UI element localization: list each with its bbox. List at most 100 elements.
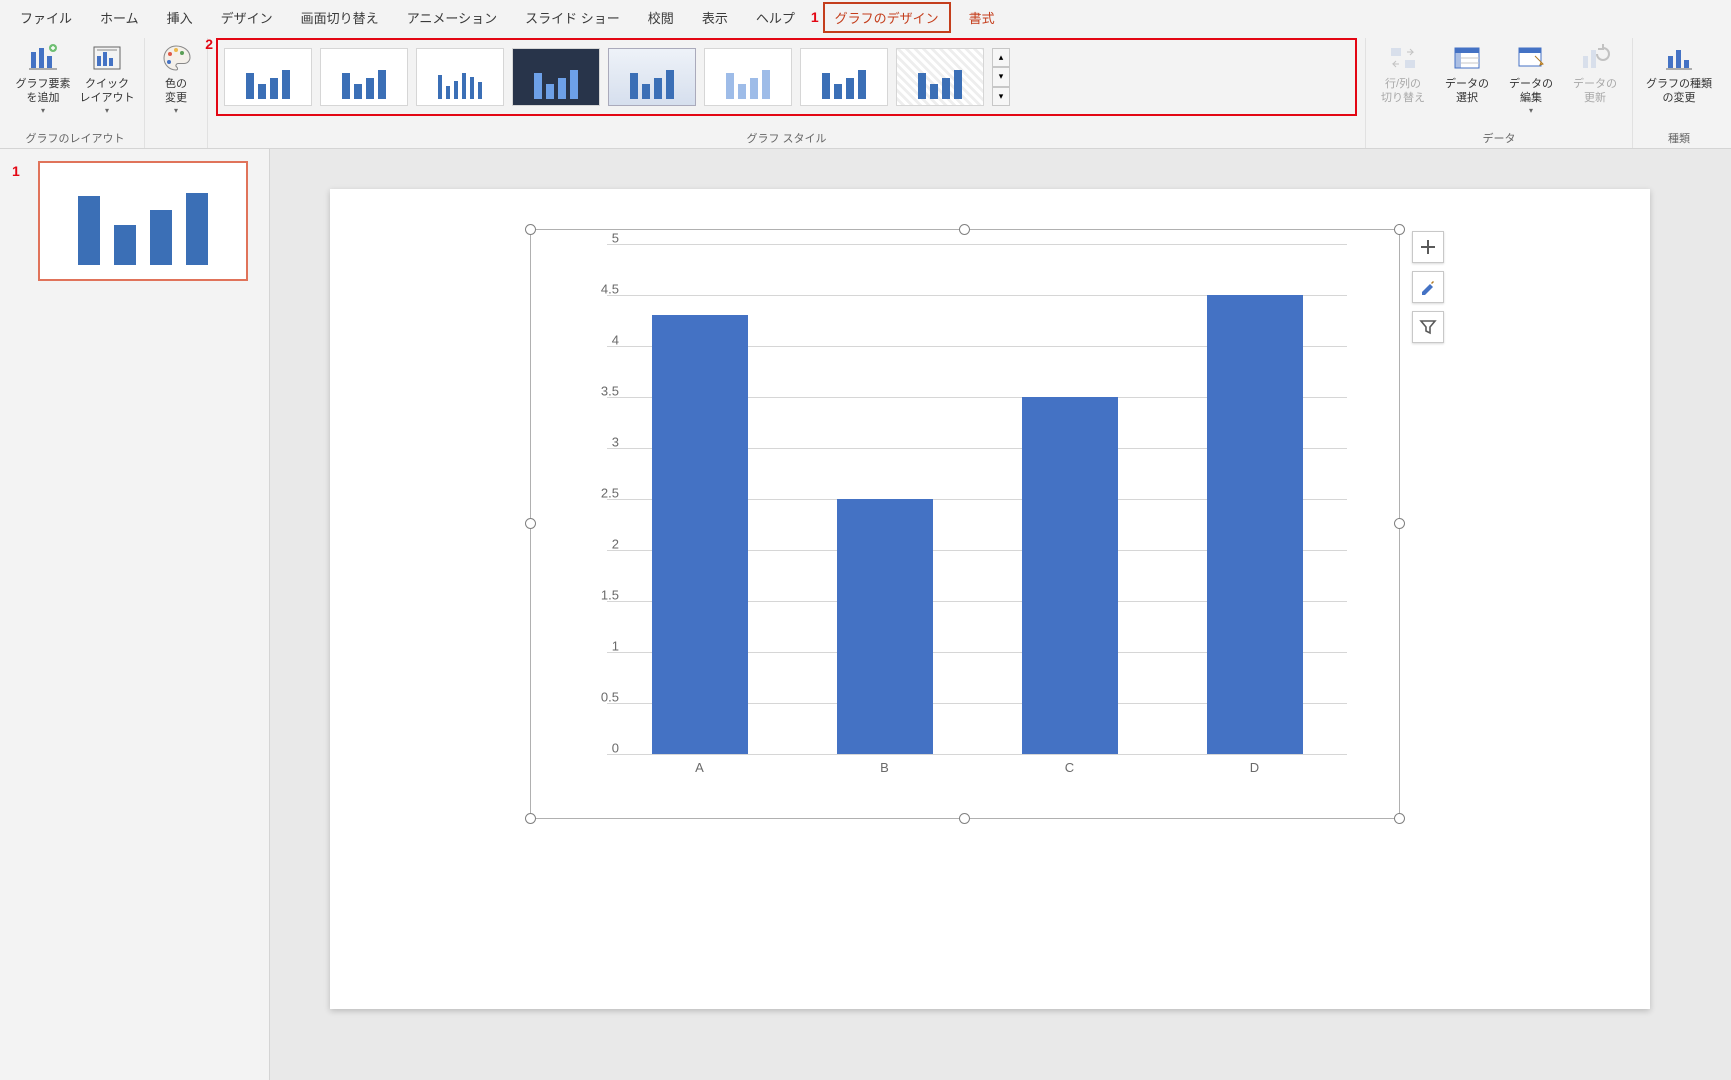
resize-handle-sw[interactable]: [525, 813, 536, 824]
tab-home[interactable]: ホーム: [86, 2, 153, 33]
gallery-scroll-up-button[interactable]: ▴: [992, 48, 1010, 67]
chart-x-tick-label: A: [695, 760, 704, 775]
edit-data-label: データの 編集: [1509, 78, 1553, 106]
refresh-data-label: データの 更新: [1573, 78, 1617, 106]
chart-x-tick-label: D: [1250, 760, 1259, 775]
tab-slideshow[interactable]: スライド ショー: [511, 2, 634, 33]
chart-style-2[interactable]: [320, 48, 408, 106]
slide-thumbnail-1[interactable]: [38, 161, 248, 281]
gallery-scroll-down-button[interactable]: ▾: [992, 67, 1010, 86]
chart-style-7[interactable]: [800, 48, 888, 106]
add-chart-element-button[interactable]: グラフ要素 を追加 ▾: [14, 38, 72, 115]
group-color-change-spacer: [174, 130, 177, 148]
chevron-down-icon: ▾: [174, 106, 178, 115]
chart-y-tick-label: 2.5: [601, 486, 619, 501]
chart-y-tick-label: 0.5: [601, 690, 619, 705]
tab-insert[interactable]: 挿入: [153, 2, 207, 33]
chart-gridline: [607, 244, 1347, 245]
tab-chart-design[interactable]: グラフのデザイン: [823, 2, 951, 33]
tab-format[interactable]: 書式: [955, 2, 1009, 33]
chevron-down-icon: ▾: [105, 106, 109, 115]
group-type-label: 種類: [1668, 126, 1690, 148]
tab-design[interactable]: デザイン: [207, 2, 287, 33]
group-data: 行/列の 切り替え データの 選択 データの 編集 ▾ データの 更新: [1366, 38, 1633, 148]
switch-row-column-button: 行/列の 切り替え: [1374, 38, 1432, 106]
change-chart-type-button[interactable]: グラフの種類 の変更: [1641, 38, 1717, 106]
change-colors-button[interactable]: 色の 変更 ▾: [153, 38, 199, 115]
select-data-button[interactable]: データの 選択: [1438, 38, 1496, 106]
resize-handle-nw[interactable]: [525, 224, 536, 235]
chart-y-tick-label: 1.5: [601, 588, 619, 603]
gallery-more-button[interactable]: ▾: [992, 87, 1010, 106]
chart-style-6[interactable]: [704, 48, 792, 106]
chart-y-tick-label: 1: [612, 639, 619, 654]
refresh-data-button: データの 更新: [1566, 38, 1624, 106]
chevron-down-icon: ▾: [41, 106, 45, 115]
group-chart-layout-label: グラフのレイアウト: [26, 126, 125, 148]
chart-bar[interactable]: [1022, 397, 1118, 754]
chart-style-gallery: ▴ ▾ ▾: [216, 38, 1357, 116]
tab-transitions[interactable]: 画面切り替え: [287, 2, 393, 33]
chart-y-tick-label: 3.5: [601, 384, 619, 399]
chart-selection-frame[interactable]: 00.511.522.533.544.55ABCD: [530, 229, 1400, 819]
chart-bar[interactable]: [1207, 295, 1303, 754]
chart-gridline: [607, 754, 1347, 755]
group-color-change: 2 色の 変更 ▾: [145, 38, 208, 148]
switch-row-column-icon: [1387, 42, 1419, 74]
chart-y-tick-label: 0: [612, 741, 619, 756]
tab-review[interactable]: 校閲: [634, 2, 688, 33]
chart-filters-button[interactable]: [1412, 311, 1444, 343]
chart-style-5[interactable]: [608, 48, 696, 106]
resize-handle-n[interactable]: [959, 224, 970, 235]
slide-canvas[interactable]: 00.511.522.533.544.55ABCD: [330, 189, 1650, 1009]
change-colors-label: 色の 変更: [165, 78, 187, 106]
chart-style-8[interactable]: [896, 48, 984, 106]
bar-chart[interactable]: 00.511.522.533.544.55ABCD: [567, 238, 1367, 798]
chart-y-tick-label: 3: [612, 435, 619, 450]
change-chart-type-icon: [1663, 42, 1695, 74]
chart-style-4[interactable]: [512, 48, 600, 106]
chart-plot-area: [607, 244, 1347, 754]
edit-data-button[interactable]: データの 編集 ▾: [1502, 38, 1560, 115]
chart-styles-button[interactable]: [1412, 271, 1444, 303]
chart-y-tick-label: 2: [612, 537, 619, 552]
callout-number-1: 1: [811, 9, 819, 25]
plus-icon: [1419, 238, 1437, 256]
group-type: グラフの種類 の変更 種類: [1633, 38, 1725, 148]
chart-elements-button[interactable]: [1412, 231, 1444, 263]
chart-bar[interactable]: [652, 315, 748, 754]
chart-bar[interactable]: [837, 499, 933, 754]
quick-layout-icon: [91, 42, 123, 74]
chart-y-tick-label: 4: [612, 333, 619, 348]
tab-help[interactable]: ヘルプ: [742, 2, 809, 33]
ribbon-panel: グラフ要素 を追加 ▾ クイック レイアウト ▾ グラフのレイアウト 2 色の …: [0, 34, 1731, 149]
resize-handle-w[interactable]: [525, 518, 536, 529]
funnel-icon: [1419, 318, 1437, 336]
switch-row-column-label: 行/列の 切り替え: [1381, 78, 1425, 106]
resize-handle-ne[interactable]: [1394, 224, 1405, 235]
quick-layout-button[interactable]: クイック レイアウト ▾: [78, 38, 136, 115]
chart-style-1[interactable]: [224, 48, 312, 106]
chevron-down-icon: ▾: [1529, 106, 1533, 115]
group-data-label: データ: [1483, 126, 1516, 148]
gallery-scroll: ▴ ▾ ▾: [992, 48, 1010, 106]
resize-handle-e[interactable]: [1394, 518, 1405, 529]
chart-x-tick-label: B: [880, 760, 889, 775]
tab-animations[interactable]: アニメーション: [393, 2, 511, 33]
resize-handle-s[interactable]: [959, 813, 970, 824]
chart-x-tick-label: C: [1065, 760, 1074, 775]
tab-file[interactable]: ファイル: [6, 2, 86, 33]
chart-y-tick-label: 5: [612, 231, 619, 246]
slide-canvas-area: 00.511.522.533.544.55ABCD: [270, 149, 1731, 1080]
select-data-label: データの 選択: [1445, 78, 1489, 106]
resize-handle-se[interactable]: [1394, 813, 1405, 824]
workspace: 1: [0, 149, 1731, 1080]
tab-view[interactable]: 表示: [688, 2, 742, 33]
chart-style-3[interactable]: [416, 48, 504, 106]
group-chart-layout: グラフ要素 を追加 ▾ クイック レイアウト ▾ グラフのレイアウト: [6, 38, 145, 148]
group-chart-styles: ▴ ▾ ▾ グラフ スタイル: [208, 38, 1366, 148]
edit-data-icon: [1515, 42, 1547, 74]
group-chart-styles-label: グラフ スタイル: [746, 126, 826, 148]
paintbrush-icon: [1419, 278, 1437, 296]
refresh-icon: [1579, 42, 1611, 74]
